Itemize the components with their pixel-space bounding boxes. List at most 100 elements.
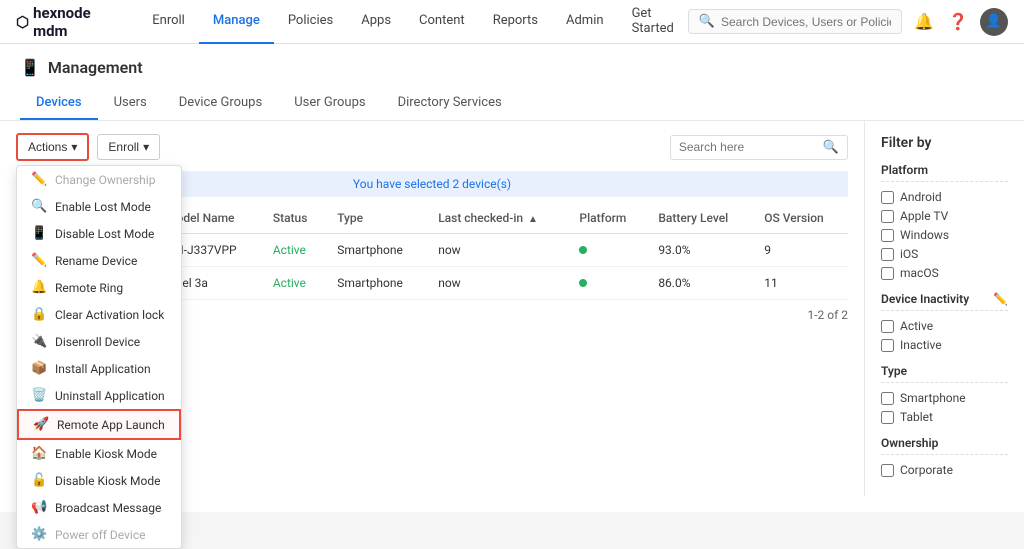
row2-status: Active [263, 267, 327, 300]
logo-icon: ⬡ [16, 13, 29, 31]
filter-section-inactivity: ✏️ Device Inactivity [881, 292, 1008, 311]
filter-section-platform: Platform [881, 163, 1008, 182]
filter-apple-tv: Apple TV [881, 209, 1008, 223]
row2-type: Smartphone [327, 267, 428, 300]
nav-right: 🔍 🔔 ❓ 👤 [688, 8, 1008, 36]
dropdown-item-disable-lost-mode[interactable]: 📱 Disable Lost Mode [17, 220, 181, 247]
filter-section-ownership: Ownership [881, 436, 1008, 455]
filter-inactivity-edit-icon[interactable]: ✏️ [993, 292, 1008, 306]
tab-directory-services[interactable]: Directory Services [382, 87, 518, 120]
logo: ⬡ hexnode mdm [16, 4, 114, 40]
global-search-input[interactable] [721, 15, 891, 29]
nav-content[interactable]: Content [405, 0, 479, 44]
row1-last-checked: now [428, 234, 569, 267]
tabs: Devices Users Device Groups User Groups … [20, 87, 1004, 120]
row2-os-version: 11 [754, 267, 848, 300]
tab-devices[interactable]: Devices [20, 87, 98, 120]
filter-macos: macOS [881, 266, 1008, 280]
dropdown-item-remote-ring[interactable]: 🔔 Remote Ring [17, 274, 181, 301]
android-icon [579, 246, 587, 254]
tab-user-groups[interactable]: User Groups [278, 87, 381, 120]
tab-users[interactable]: Users [98, 87, 163, 120]
disenroll-device-icon: 🔌 [31, 334, 47, 349]
nav-policies[interactable]: Policies [274, 0, 347, 44]
nav-manage[interactable]: Manage [199, 0, 274, 44]
filter-smartphone: Smartphone [881, 391, 1008, 405]
dropdown-item-disable-kiosk-mode[interactable]: 🔓 Disable Kiosk Mode [17, 467, 181, 494]
filter-inactive-checkbox[interactable] [881, 339, 894, 352]
tab-device-groups[interactable]: Device Groups [163, 87, 278, 120]
page-title: 📱 Management [20, 58, 1004, 77]
dropdown-item-uninstall-application[interactable]: 🗑️ Uninstall Application [17, 382, 181, 409]
power-off-device-icon: ⚙️ [31, 527, 47, 542]
row2-platform [569, 267, 648, 300]
dropdown-item-rename-device[interactable]: ✏️ Rename Device [17, 247, 181, 274]
col-platform: Platform [569, 203, 648, 234]
dropdown-item-change-ownership[interactable]: ✏️ Change Ownership [17, 166, 181, 193]
nav-get-started[interactable]: Get Started [618, 0, 688, 44]
row1-os-version: 9 [754, 234, 848, 267]
enable-kiosk-mode-icon: 🏠 [31, 446, 47, 461]
dropdown-item-power-off-device[interactable]: ⚙️ Power off Device [17, 521, 181, 548]
filter-smartphone-checkbox[interactable] [881, 392, 894, 405]
nav-apps[interactable]: Apps [347, 0, 405, 44]
col-last-checked-in[interactable]: Last checked-in ▲ [428, 203, 569, 234]
nav-enroll[interactable]: Enroll [138, 0, 199, 44]
enroll-button[interactable]: Enroll ▾ [97, 134, 160, 160]
top-navigation: ⬡ hexnode mdm Enroll Manage Policies App… [0, 0, 1024, 44]
broadcast-message-icon: 📢 [31, 500, 47, 515]
page-header: 📱 Management Devices Users Device Groups… [0, 44, 1024, 121]
search-icon: 🔍 [699, 14, 715, 29]
clear-activation-lock-icon: 🔒 [31, 307, 47, 322]
nav-reports[interactable]: Reports [479, 0, 552, 44]
filter-active-checkbox[interactable] [881, 320, 894, 333]
filter-corporate: Corporate [881, 463, 1008, 477]
dropdown-item-install-application[interactable]: 📦 Install Application [17, 355, 181, 382]
table-search[interactable]: 🔍 [670, 135, 848, 160]
android-icon-2 [579, 279, 587, 287]
row2-last-checked: now [428, 267, 569, 300]
enable-lost-mode-icon: 🔍 [31, 199, 47, 214]
content-area: Actions ▾ Enroll ▾ 🔍 ✏️ Change Ownership [0, 121, 1024, 496]
row1-type: Smartphone [327, 234, 428, 267]
dropdown-item-clear-activation-lock[interactable]: 🔒 Clear Activation lock [17, 301, 181, 328]
actions-dropdown-icon: ▾ [71, 140, 77, 154]
dropdown-item-enable-lost-mode[interactable]: 🔍 Enable Lost Mode [17, 193, 181, 220]
dropdown-item-disenroll-device[interactable]: 🔌 Disenroll Device [17, 328, 181, 355]
nav-admin[interactable]: Admin [552, 0, 618, 44]
sort-arrow-icon: ▲ [528, 214, 538, 225]
dropdown-item-remote-app-launch[interactable]: 🚀 Remote App Launch [17, 409, 181, 440]
actions-button[interactable]: Actions ▾ [16, 133, 89, 161]
disable-kiosk-mode-icon: 🔓 [31, 473, 47, 488]
uninstall-application-icon: 🗑️ [31, 388, 47, 403]
row1-platform [569, 234, 648, 267]
row1-status: Active [263, 234, 327, 267]
install-application-icon: 📦 [31, 361, 47, 376]
filter-title: Filter by [881, 135, 1008, 151]
filter-macos-checkbox[interactable] [881, 267, 894, 280]
table-search-input[interactable] [679, 140, 819, 154]
filter-windows: Windows [881, 228, 1008, 242]
notifications-icon[interactable]: 🔔 [912, 10, 936, 34]
col-type: Type [327, 203, 428, 234]
filter-active: Active [881, 319, 1008, 333]
filter-ios: iOS [881, 247, 1008, 261]
filter-windows-checkbox[interactable] [881, 229, 894, 242]
nav-items: Enroll Manage Policies Apps Content Repo… [138, 0, 688, 44]
global-search[interactable]: 🔍 [688, 9, 902, 34]
row1-battery: 93.0% [648, 234, 754, 267]
enroll-dropdown-icon: ▾ [143, 140, 149, 154]
help-icon[interactable]: ❓ [946, 10, 970, 34]
dropdown-item-enable-kiosk-mode[interactable]: 🏠 Enable Kiosk Mode [17, 440, 181, 467]
filter-tablet-checkbox[interactable] [881, 411, 894, 424]
filter-android-checkbox[interactable] [881, 191, 894, 204]
toolbar: Actions ▾ Enroll ▾ 🔍 [16, 133, 848, 161]
management-icon: 📱 [20, 58, 40, 77]
filter-corporate-checkbox[interactable] [881, 464, 894, 477]
filter-apple-tv-checkbox[interactable] [881, 210, 894, 223]
dropdown-item-broadcast-message[interactable]: 📢 Broadcast Message [17, 494, 181, 521]
actions-dropdown-menu: ✏️ Change Ownership 🔍 Enable Lost Mode 📱… [16, 165, 182, 549]
avatar[interactable]: 👤 [980, 8, 1008, 36]
col-os-version: OS Version [754, 203, 848, 234]
filter-ios-checkbox[interactable] [881, 248, 894, 261]
